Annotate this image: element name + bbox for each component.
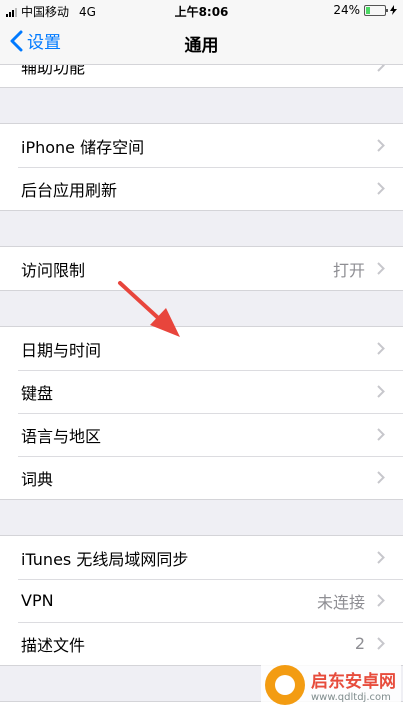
chevron-right-icon	[377, 182, 385, 195]
settings-row[interactable]: 后台应用刷新	[0, 167, 403, 210]
settings-row-label: iPhone 储存空间	[21, 137, 145, 157]
chevron-right-icon	[377, 342, 385, 355]
settings-row[interactable]: iTunes 无线局域网同步	[0, 536, 403, 579]
chevron-right-icon	[377, 637, 385, 650]
settings-row-label: iTunes 无线局域网同步	[21, 549, 189, 569]
settings-row-value: 未连接	[316, 592, 365, 612]
settings-row[interactable]: 词典	[0, 456, 403, 499]
status-right: 24%	[333, 3, 397, 17]
settings-row[interactable]: 语言与地区	[0, 413, 403, 456]
chevron-right-icon	[377, 385, 385, 398]
watermark-name: 启东安卓网	[311, 672, 396, 692]
settings-row[interactable]: 访问限制 打开	[0, 247, 403, 290]
settings-row-label: 词典	[21, 469, 54, 489]
chevron-right-icon	[377, 471, 385, 484]
watermark-url: www.qdltdj.com	[311, 692, 391, 703]
settings-row[interactable]: VPN 未连接	[0, 579, 403, 622]
settings-group: iPhone 储存空间 后台应用刷新	[0, 123, 403, 211]
settings-row-value: 打开	[332, 260, 365, 280]
settings-row-label: 键盘	[21, 383, 54, 403]
settings-row-label: 监管	[21, 712, 53, 715]
battery-icon	[364, 4, 388, 16]
settings-row[interactable]: iPhone 储存空间	[0, 124, 403, 167]
settings-row[interactable]: 键盘	[0, 370, 403, 413]
chevron-right-icon	[377, 262, 385, 275]
settings-row-label: 后台应用刷新	[21, 180, 118, 200]
settings-row-label: 描述文件	[21, 635, 86, 655]
chevron-right-icon	[377, 139, 385, 152]
settings-row-label: 访问限制	[21, 260, 86, 280]
settings-row-label: 语言与地区	[21, 426, 102, 446]
navigation-bar: 设置 通用	[0, 20, 403, 65]
status-bar: 中国移动 4G 上午8:06 24%	[0, 0, 403, 20]
settings-group: 访问限制 打开	[0, 246, 403, 291]
chevron-right-icon	[377, 65, 385, 72]
page-title: 通用	[184, 36, 219, 56]
settings-group: 日期与时间键盘语言与地区词典	[0, 326, 403, 500]
battery-percent: 24%	[333, 3, 360, 17]
chevron-right-icon	[377, 551, 385, 564]
settings-group: 辅助功能	[0, 65, 403, 88]
watermark-logo-icon	[265, 665, 305, 705]
settings-row-label: VPN	[21, 591, 54, 610]
chevron-right-icon	[377, 428, 385, 441]
settings-list-viewport[interactable]: 辅助功能 iPhone 储存空间 后台应用刷新 访问限制 打开 日期与时间 键盘 语言与地区词…	[0, 65, 403, 715]
settings-group: iTunes 无线局域网同步 VPN 未连接描述文件 2	[0, 535, 403, 666]
settings-row[interactable]: 日期与时间	[0, 327, 403, 370]
charging-icon	[390, 5, 397, 15]
settings-row-value: 2	[354, 634, 365, 653]
chevron-right-icon	[377, 594, 385, 607]
settings-list: 辅助功能 iPhone 储存空间 后台应用刷新 访问限制 打开 日期与时间 键盘 语言与地区词…	[0, 65, 403, 715]
settings-row[interactable]: 辅助功能	[0, 65, 403, 87]
settings-row-label: 辅助功能	[21, 65, 86, 77]
watermark: 启东安卓网 www.qdltdj.com	[261, 655, 401, 715]
settings-row-label: 日期与时间	[21, 340, 102, 360]
